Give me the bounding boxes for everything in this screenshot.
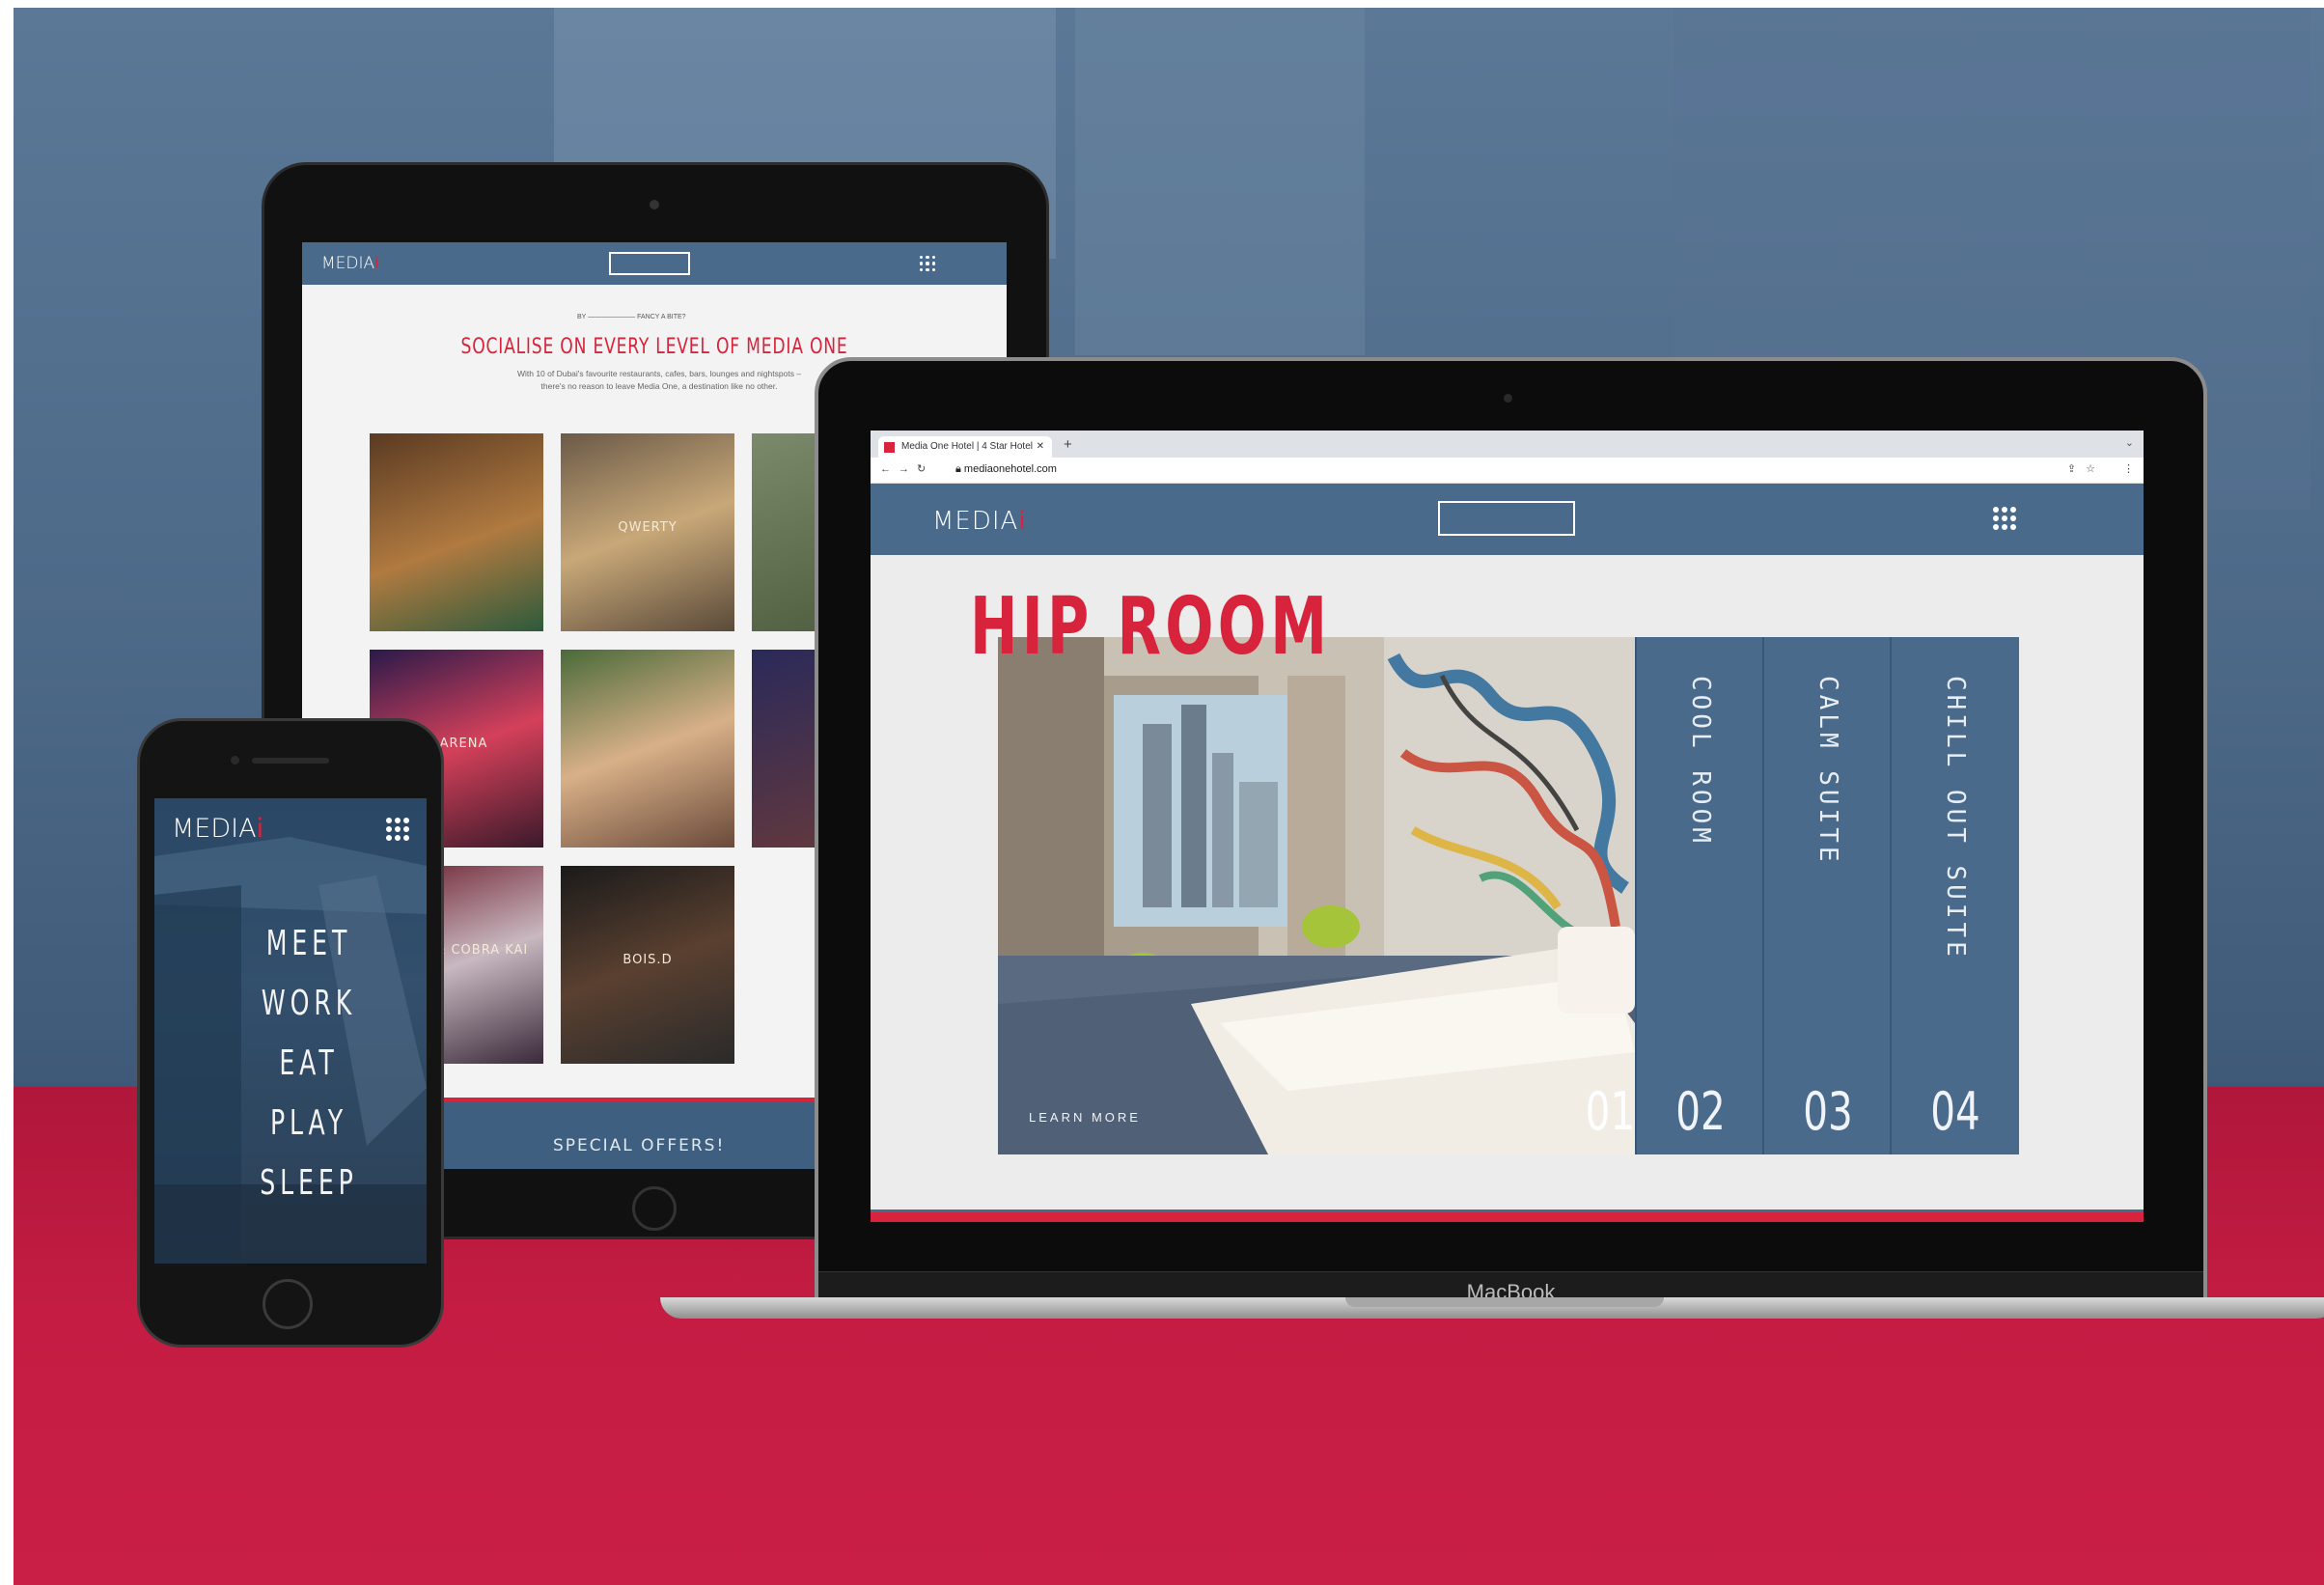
hero-word: EAT (279, 1043, 339, 1083)
chevron-down-icon[interactable]: ⌄ (2125, 436, 2134, 449)
book-now-button[interactable] (1438, 501, 1575, 536)
back-icon[interactable]: ← (880, 463, 899, 475)
phone-hero-words: MEET WORK EAT PLAY SLEEP (212, 914, 405, 1213)
lock-icon: 🔒︎ (955, 463, 964, 475)
laptop-device: Media One Hotel | 4 Star Hotel ✕ + ⌄ ←→↻… (815, 357, 2207, 1315)
phone-screen: MEDIAi MEET WORK EAT PLAY SLEEP (154, 798, 427, 1264)
venue-tile[interactable]: QWERTY (561, 433, 734, 631)
panel-number: 02 (1675, 1081, 1726, 1142)
tablet-kicker: BY ——————— FANCY A BITE? (577, 314, 686, 320)
phone-home-button[interactable] (263, 1279, 313, 1329)
browser-tab-strip: Media One Hotel | 4 Star Hotel ✕ + ⌄ (871, 431, 2144, 458)
tablet-home-button[interactable] (632, 1186, 677, 1231)
close-icon[interactable]: ✕ (1037, 436, 1044, 458)
laptop-camera (1504, 394, 1512, 403)
phone-logo[interactable]: MEDIAi (172, 814, 263, 844)
venue-tile[interactable] (370, 433, 543, 631)
browser-tab[interactable]: Media One Hotel | 4 Star Hotel ✕ (878, 436, 1052, 458)
grid-menu-icon[interactable] (920, 256, 935, 271)
panel-label: CALM SUITE (1813, 676, 1842, 866)
grid-menu-icon[interactable] (1993, 507, 2016, 530)
room-panel-cool-room[interactable]: COOL ROOM 02 (1635, 637, 1764, 1154)
share-icon[interactable]: ⇪ (2067, 463, 2086, 475)
tablet-logo[interactable]: MEDIAi (321, 254, 379, 273)
tablet-title: SOCIALISE ON EVERY LEVEL OF MEDIA ONE (460, 335, 848, 359)
favicon-icon (884, 442, 895, 453)
special-offers-link[interactable]: SPECIAL OFFERS! (553, 1136, 725, 1155)
learn-more-link[interactable]: LEARN MORE (1029, 1110, 1141, 1125)
venue-tile[interactable]: BOIS.D (561, 866, 734, 1064)
panel-label: COOL ROOM (1686, 676, 1715, 847)
room-carousel: HIP ROOM LEARN MORE 01 COOL ROOM 02 CALM… (871, 554, 2144, 1222)
hero-word: WORK (261, 984, 357, 1023)
phone-device: MEDIAi MEET WORK EAT PLAY SLEEP (137, 718, 444, 1348)
star-icon[interactable]: ☆ (2086, 463, 2105, 475)
room-image (998, 637, 1635, 1154)
grid-menu-icon[interactable] (386, 818, 409, 841)
laptop-screen: Media One Hotel | 4 Star Hotel ✕ + ⌄ ←→↻… (871, 431, 2144, 1222)
reload-icon[interactable]: ↻ (917, 463, 933, 475)
site-navbar: MEDIAi (871, 484, 2144, 555)
hero-word: SLEEP (260, 1163, 358, 1203)
room-panel-chill-out-suite[interactable]: CHILL OUT SUITE 04 (1890, 637, 2019, 1154)
room-number: 01 (1585, 1081, 1635, 1142)
tablet-book-button[interactable] (609, 252, 690, 275)
tablet-camera (650, 200, 659, 209)
url-field[interactable]: 🔒︎ mediaonehotel.com (955, 463, 1057, 476)
hero-word: PLAY (269, 1103, 348, 1143)
building-background (1075, 8, 1365, 355)
panel-label: CHILL OUT SUITE (1941, 676, 1970, 960)
venue-tile[interactable] (561, 650, 734, 848)
forward-icon[interactable]: → (899, 463, 917, 475)
more-icon[interactable]: ⋮ (2123, 462, 2134, 475)
phone-speaker (252, 758, 329, 764)
laptop-base (660, 1297, 2324, 1319)
site-logo[interactable]: MEDIAi (932, 507, 1027, 536)
hero-word: MEET (265, 924, 352, 963)
phone-camera (231, 756, 239, 765)
plus-icon[interactable]: + (1064, 436, 1072, 453)
hip-room-photo[interactable]: LEARN MORE 01 (998, 637, 1635, 1154)
site-bottom-bar (871, 1210, 2144, 1222)
panel-number: 04 (1930, 1081, 1980, 1142)
address-bar: ←→↻ 🔒︎ mediaonehotel.com ⇪☆ ⋮ (871, 458, 2144, 484)
room-panel-calm-suite[interactable]: CALM SUITE 03 (1762, 637, 1892, 1154)
tablet-navbar: MEDIAi (302, 242, 1007, 285)
hero-title: HIP ROOM (970, 581, 1332, 673)
tablet-description: With 10 of Dubai's favourite restaurants… (516, 369, 802, 391)
device-mockup-scene: MEDIAi BY ——————— FANCY A BITE? SOCIALIS… (14, 8, 2324, 1585)
panel-number: 03 (1803, 1081, 1853, 1142)
